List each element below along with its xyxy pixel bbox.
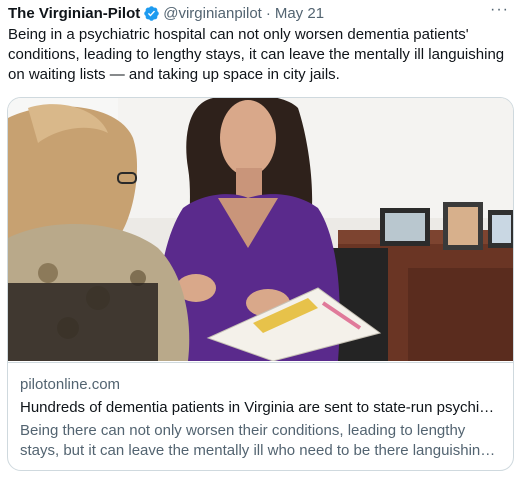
more-options-icon[interactable]: ···	[490, 1, 509, 19]
card-image[interactable]	[8, 98, 513, 361]
card-domain: pilotonline.com	[20, 376, 121, 393]
tweet[interactable]: The Virginian-Pilot @virginianpilot · Ma…	[0, 0, 521, 479]
card-description: Being there can not only worsen their co…	[20, 421, 500, 461]
card-description-line: Being there can not only worsen their co…	[20, 422, 466, 439]
header-separator: ·	[265, 4, 271, 22]
verified-badge-icon	[143, 5, 160, 22]
card-body[interactable]: pilotonline.com Hundreds of dementia pat…	[8, 362, 513, 470]
card-description-line: stays, but it can leave the mentally ill…	[20, 442, 496, 459]
author-handle[interactable]: @virginianpilot	[163, 5, 262, 22]
card-title[interactable]: Hundreds of dementia patients in Virgini…	[20, 399, 500, 416]
tweet-text: Being in a psychiatric hospital can not …	[8, 26, 505, 83]
link-card[interactable]: pilotonline.com Hundreds of dementia pat…	[7, 97, 514, 471]
tweet-header: The Virginian-Pilot @virginianpilot · Ma…	[8, 1, 513, 23]
tweet-date[interactable]: May 21	[275, 5, 324, 22]
author-name[interactable]: The Virginian-Pilot	[8, 5, 140, 22]
